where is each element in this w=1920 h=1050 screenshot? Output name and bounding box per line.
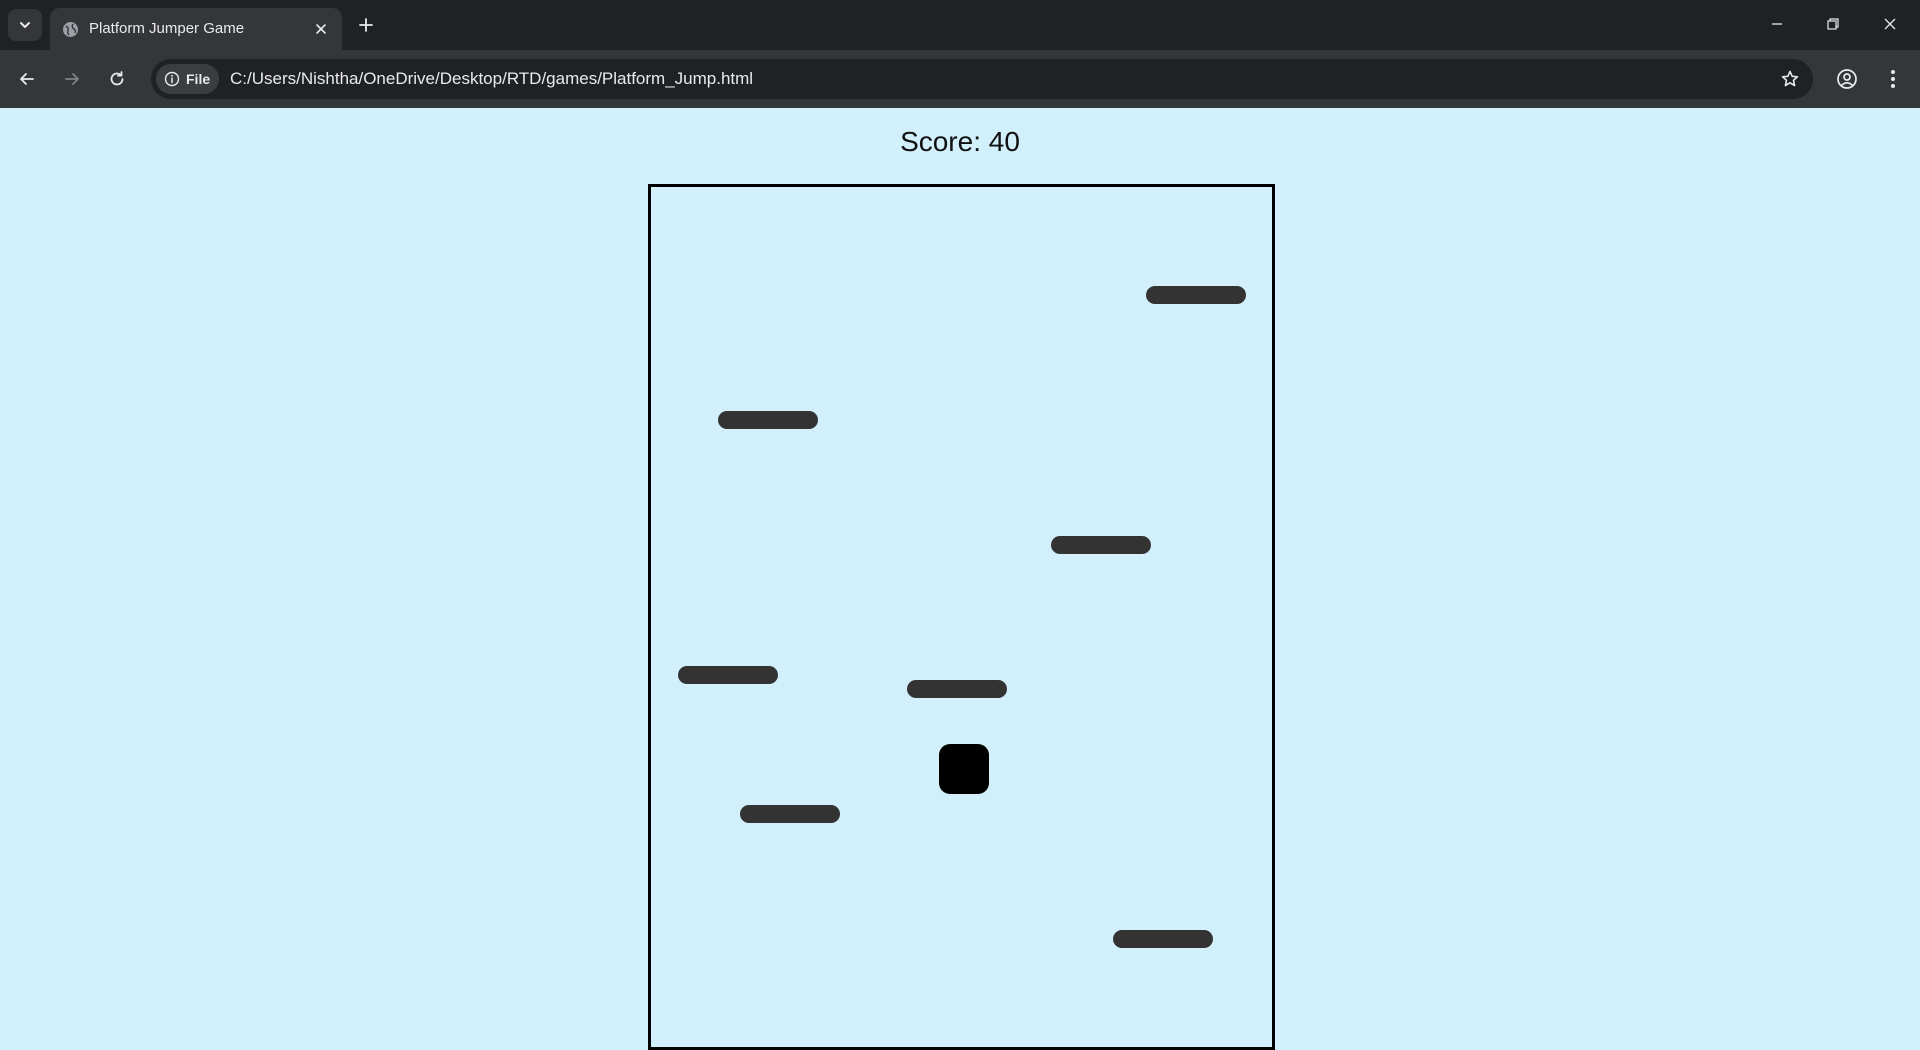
globe-icon: [62, 21, 79, 38]
browser-menu-button[interactable]: [1877, 63, 1909, 95]
close-icon: [1883, 17, 1897, 31]
reload-button[interactable]: [101, 63, 133, 95]
platform: [1051, 536, 1151, 554]
profile-button[interactable]: [1831, 63, 1863, 95]
tab-title: Platform Jumper Game: [89, 20, 245, 37]
chevron-down-icon: [18, 18, 32, 32]
info-icon: [164, 71, 180, 87]
platform: [718, 411, 818, 429]
close-icon[interactable]: [312, 20, 330, 38]
browser-toolbar: File C:/Users/Nishtha/OneDrive/Desktop/R…: [0, 50, 1920, 108]
reload-icon: [108, 70, 126, 88]
arrow-left-icon: [18, 70, 36, 88]
minimize-icon: [1770, 17, 1784, 31]
platform: [1146, 286, 1246, 304]
window-close-button[interactable]: [1870, 8, 1910, 40]
new-tab-button[interactable]: [353, 12, 379, 38]
platform: [740, 805, 840, 823]
more-vertical-icon: [1890, 69, 1896, 89]
restore-button[interactable]: [1813, 8, 1853, 40]
game-area[interactable]: [648, 184, 1275, 1050]
plus-icon: [358, 17, 374, 33]
star-icon[interactable]: [1777, 66, 1803, 92]
restore-icon: [1826, 17, 1840, 31]
platform: [678, 666, 778, 684]
site-chip-label: File: [186, 71, 211, 87]
platform: [907, 680, 1007, 698]
tab-strip: Platform Jumper Game: [0, 0, 1920, 50]
forward-button[interactable]: [56, 63, 88, 95]
back-button[interactable]: [11, 63, 43, 95]
minimize-button[interactable]: [1757, 8, 1797, 40]
tab-search-button[interactable]: [8, 9, 42, 41]
platform: [1113, 930, 1213, 948]
player-square: [939, 744, 989, 794]
site-info-chip[interactable]: File: [156, 64, 220, 94]
address-bar[interactable]: File C:/Users/Nishtha/OneDrive/Desktop/R…: [151, 59, 1813, 99]
tab-active[interactable]: Platform Jumper Game: [50, 8, 342, 50]
url-text[interactable]: C:/Users/Nishtha/OneDrive/Desktop/RTD/ga…: [230, 69, 753, 89]
arrow-right-icon: [63, 70, 81, 88]
score-display: Score: 40: [900, 126, 1020, 157]
account-circle-icon: [1836, 68, 1858, 90]
